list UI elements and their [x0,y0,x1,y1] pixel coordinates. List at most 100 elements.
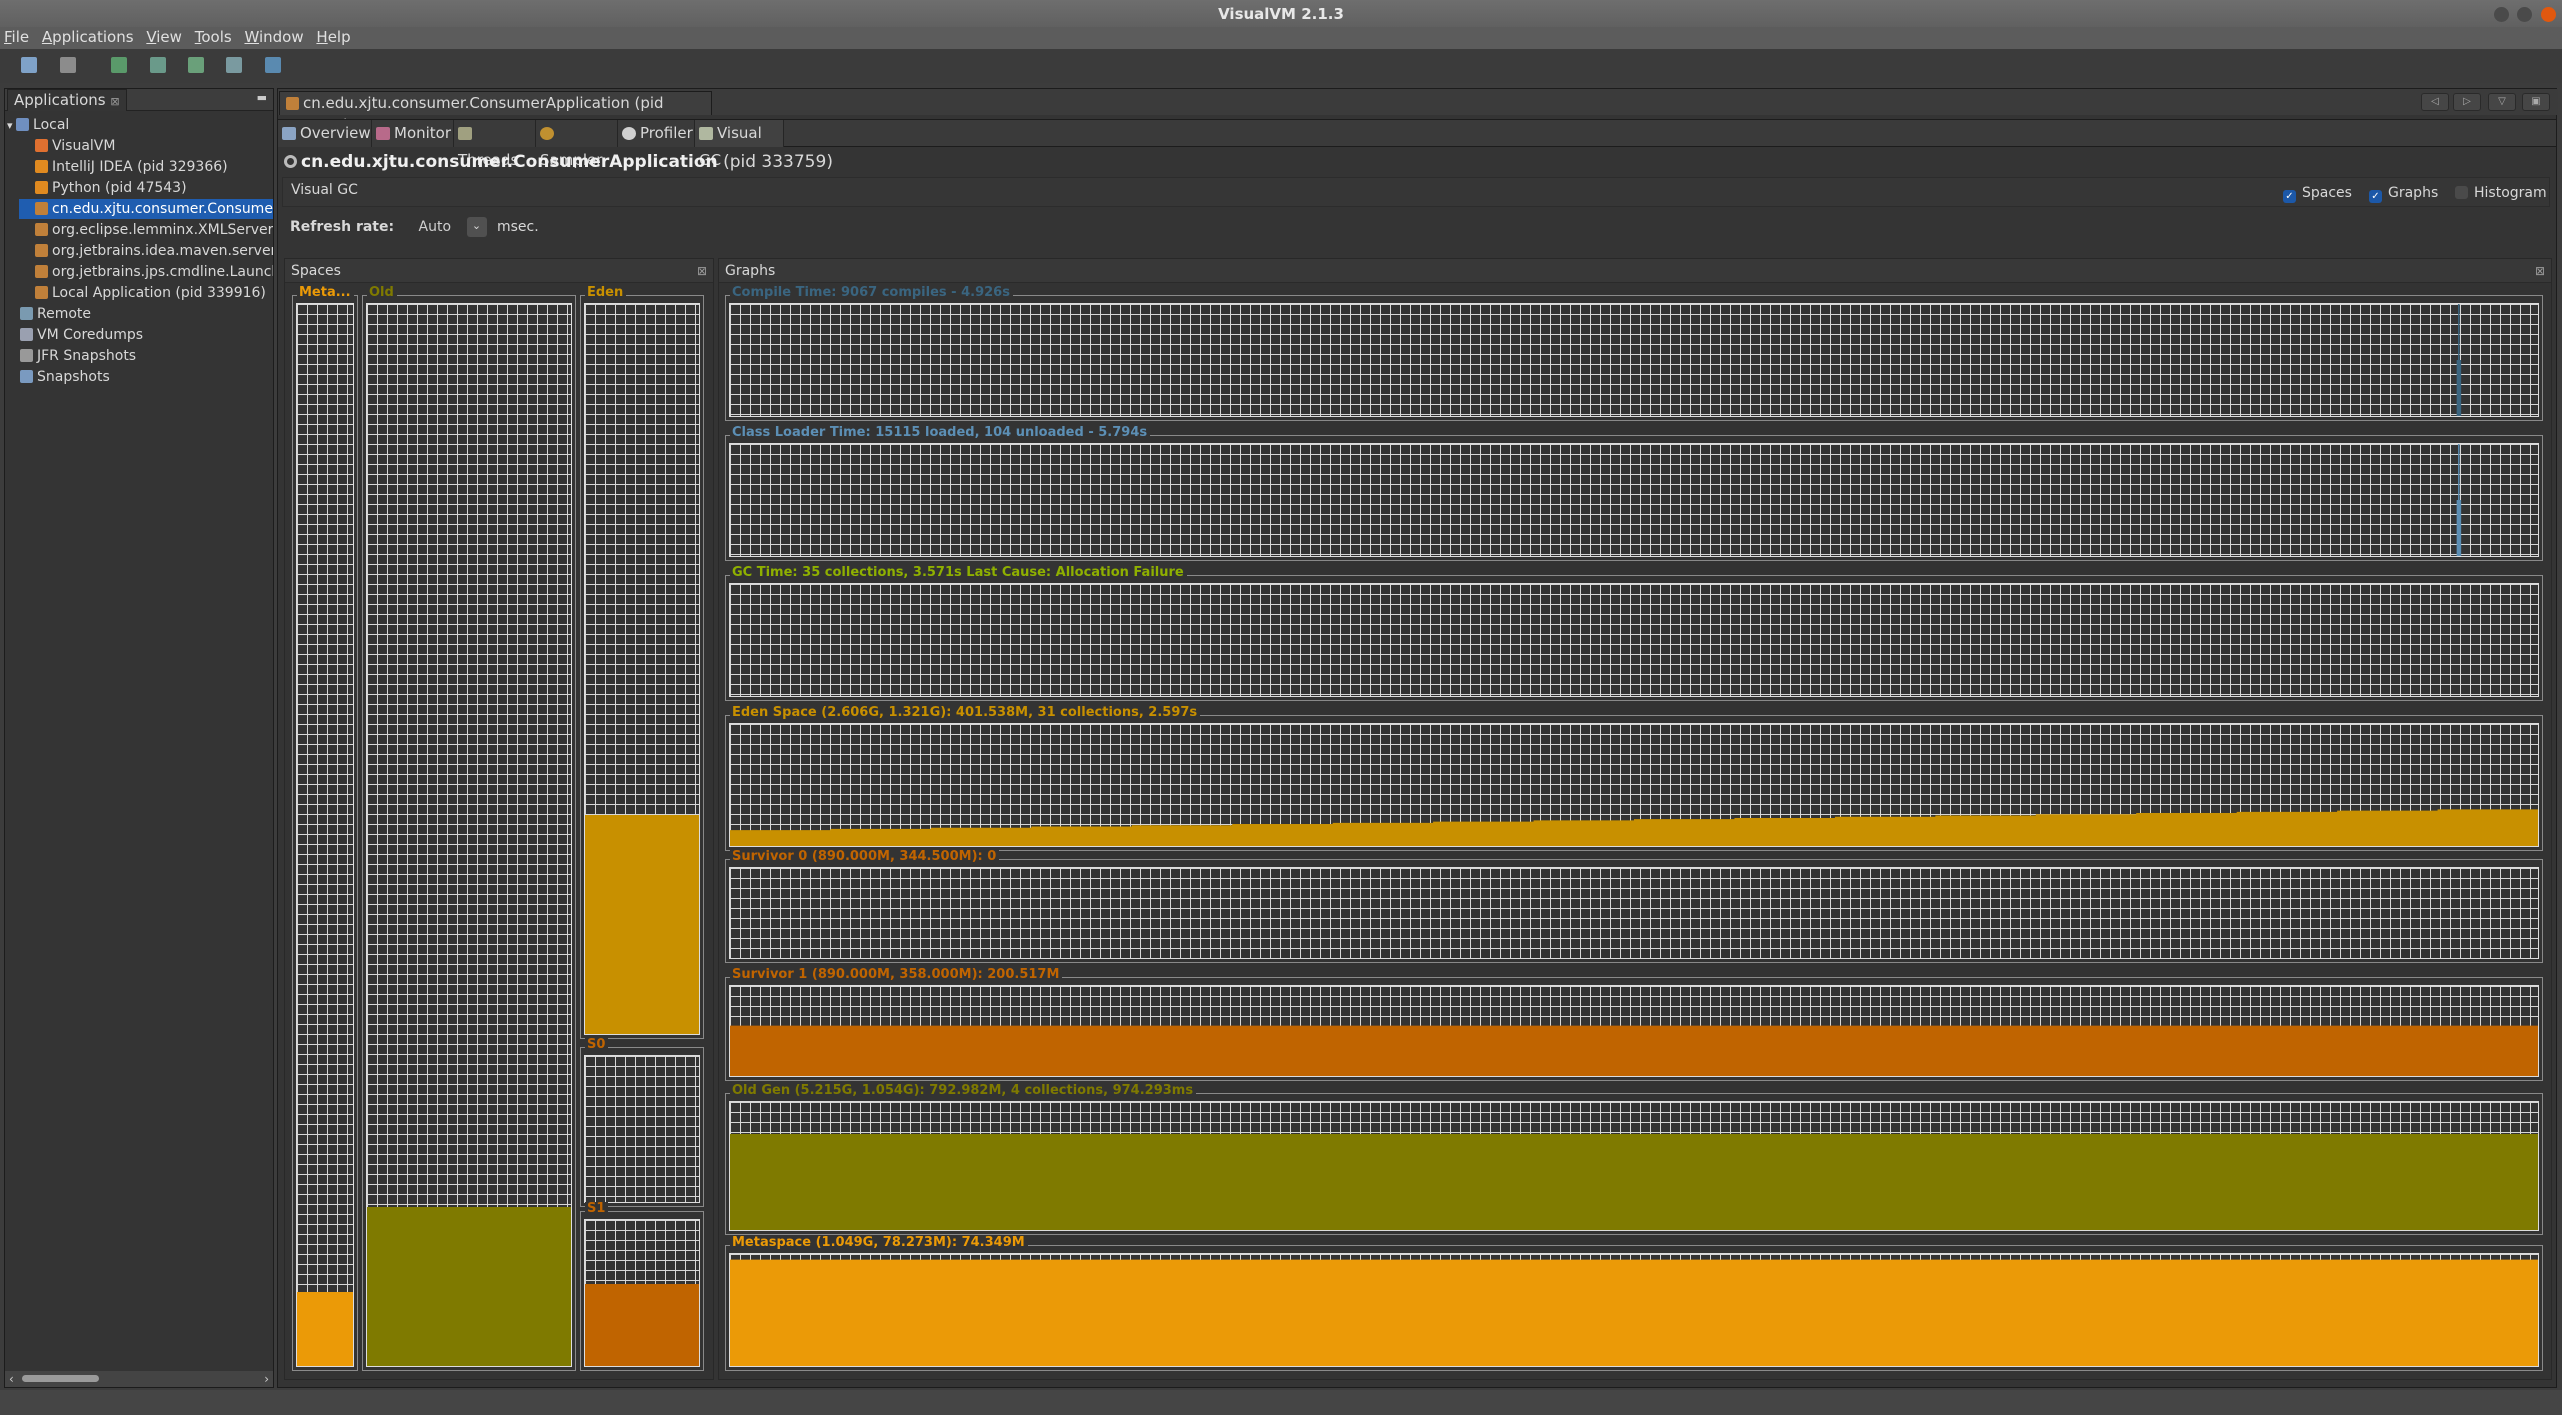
add-vm-coredump-icon[interactable] [188,57,204,73]
graph-area [730,1259,2538,1366]
refresh-rate-label: Refresh rate: [290,219,395,235]
tree-item-label: VisualVM [52,138,116,154]
visual-gc-options: Visual GC ✓ Spaces ✓ Graphs Histogram [282,177,2550,207]
menu-view[interactable]: View [142,27,186,47]
graph-label: Compile Time: 9067 compiles - 4.926s [730,286,1013,300]
applications-tab[interactable]: Applications ⊠ [7,89,127,111]
tree-item[interactable]: org.jetbrains.idea.maven.server.RemoteMa… [19,241,273,261]
tree-item-label: org.jetbrains.jps.cmdline.Launcher [52,264,273,280]
profiler-icon [622,127,636,140]
tree-item[interactable]: IntelliJ IDEA (pid 329366) [19,157,273,177]
tree-item[interactable]: VisualVM [19,136,273,156]
space-s1: S1 [580,1202,704,1371]
load-snapshot-icon[interactable] [21,57,37,73]
tab-threads[interactable]: Threads [454,120,536,169]
tab-profiler[interactable]: Profiler [618,120,695,147]
add-remote-host-icon[interactable] [111,57,127,73]
graphs-checkbox[interactable]: ✓ Graphs [2369,186,2438,203]
scroll-left-icon[interactable]: ‹ [9,1371,14,1387]
computer-icon [16,118,30,131]
close-icon[interactable]: ⊠ [110,95,119,108]
graph-grid [729,985,2539,1077]
close-button[interactable] [2541,7,2556,22]
tab-overview[interactable]: Overview [278,120,372,147]
tab-list-button[interactable]: ▽ [2488,93,2516,111]
close-icon[interactable]: ⊠ [2535,259,2545,283]
graph-plot [2456,304,2462,416]
add-jfr-snapshot-icon[interactable] [226,57,242,73]
tree-item[interactable]: ▾ Local [5,115,273,135]
spaces-checkbox[interactable]: ✓ Spaces [2283,186,2352,203]
graph-old: Old Gen (5.215G, 1.054G): 792.982M, 4 co… [725,1084,2543,1235]
java-icon [286,97,299,110]
horizontal-scrollbar[interactable]: ‹ › [5,1371,273,1387]
tree-item[interactable]: VM Coredumps [5,325,273,345]
menu-bar: File Applications View Tools Window Help [0,27,2562,49]
graph-meta: Metaspace (1.049G, 78.273M): 74.349M [725,1236,2543,1371]
java-icon [35,223,48,236]
tree-item[interactable]: Python (pid 47543) [19,178,273,198]
maximize-window-button[interactable]: ▣ [2522,93,2550,111]
application-title: cn.edu.xjtu.consumer.ConsumerApplication… [284,151,833,173]
graph-label: Old Gen (5.215G, 1.054G): 792.982M, 4 co… [730,1084,1197,1098]
tree-item[interactable]: JFR Snapshots [5,346,273,366]
tree-item[interactable]: org.eclipse.lemminx.XMLServerLauncher [19,220,273,240]
space-used-fill [297,1291,353,1366]
monitor-icon [376,127,390,140]
expand-arrow-icon[interactable]: ▾ [7,119,16,132]
tree-item[interactable]: Local Application (pid 339916) [19,283,273,303]
graph-label: Metaspace (1.049G, 78.273M): 74.349M [730,1236,1028,1250]
tree-item[interactable]: Snapshots [5,367,273,387]
scroll-tabs-left-button[interactable]: ◁ [2421,93,2449,111]
refresh-rate-dropdown[interactable]: ⌄ [466,217,487,237]
tab-sampler[interactable]: Sampler [536,120,618,169]
graph-label: Eden Space (2.606G, 1.321G): 401.538M, 3… [730,706,1201,720]
maximize-button[interactable] [2517,7,2532,22]
graph-grid [729,867,2539,959]
tab-monitor[interactable]: Monitor [372,120,454,147]
scroll-tabs-right-button[interactable]: ▷ [2453,93,2481,111]
graph-plot [730,809,2538,846]
graphs-panel: Graphs ⊠ Compile Time: 9067 compiles - 4.… [718,258,2552,1380]
intellij-icon [35,160,48,173]
java-icon [35,265,48,278]
add-snapshot-icon[interactable] [265,57,281,73]
graph-eden: Eden Space (2.606G, 1.321G): 401.538M, 3… [725,706,2543,851]
graph-plot [730,1025,2538,1076]
space-used-fill [585,815,699,1034]
graph-compile: Compile Time: 9067 compiles - 4.926s [725,286,2543,421]
save-icon[interactable] [60,57,76,73]
graph-grid [729,443,2539,557]
space-grid [584,303,700,1035]
menu-applications[interactable]: Applications [38,27,138,47]
document-tab[interactable]: cn.edu.xjtu.consumer.ConsumerApplication… [279,91,712,134]
space-eden: Eden [580,286,704,1039]
refresh-rate-value[interactable]: Auto [419,215,467,239]
java-icon [35,202,48,215]
space-used-fill [367,1206,571,1366]
tree-item[interactable]: org.jetbrains.jps.cmdline.Launcher [19,262,273,282]
menu-help[interactable]: Help [312,27,354,47]
scrollbar-thumb[interactable] [22,1375,99,1382]
space-grid [366,303,572,1367]
graph-label: Survivor 0 (890.000M, 344.500M): 0 [730,850,1000,864]
graph-plot [730,1259,2538,1366]
graph-gc: GC Time: 35 collections, 3.571s Last Cau… [725,566,2543,701]
minimize-panel-icon[interactable]: ▬ [257,91,267,104]
add-jmx-connection-icon[interactable] [150,57,166,73]
minimize-button[interactable] [2494,7,2509,22]
menu-tools[interactable]: Tools [191,27,236,47]
histogram-checkbox[interactable]: Histogram [2455,186,2547,200]
menu-window[interactable]: Window [240,27,307,47]
space-label: Meta... [297,286,354,300]
tree-item[interactable]: cn.edu.xjtu.consumer.ConsumerApplication [19,199,273,219]
tree-item[interactable]: Remote [5,304,273,324]
graph-area [730,1134,2538,1230]
scroll-right-icon[interactable]: › [264,1371,269,1387]
refresh-rate-row: Refresh rate: Auto ⌄ msec. [290,215,539,239]
graph-s1: Survivor 1 (890.000M, 358.000M): 200.517… [725,968,2543,1081]
menu-file[interactable]: File [0,27,33,47]
tab-visual-gc[interactable]: Visual GC [695,120,784,169]
close-icon[interactable]: ⊠ [697,259,707,283]
overview-icon [282,127,296,140]
